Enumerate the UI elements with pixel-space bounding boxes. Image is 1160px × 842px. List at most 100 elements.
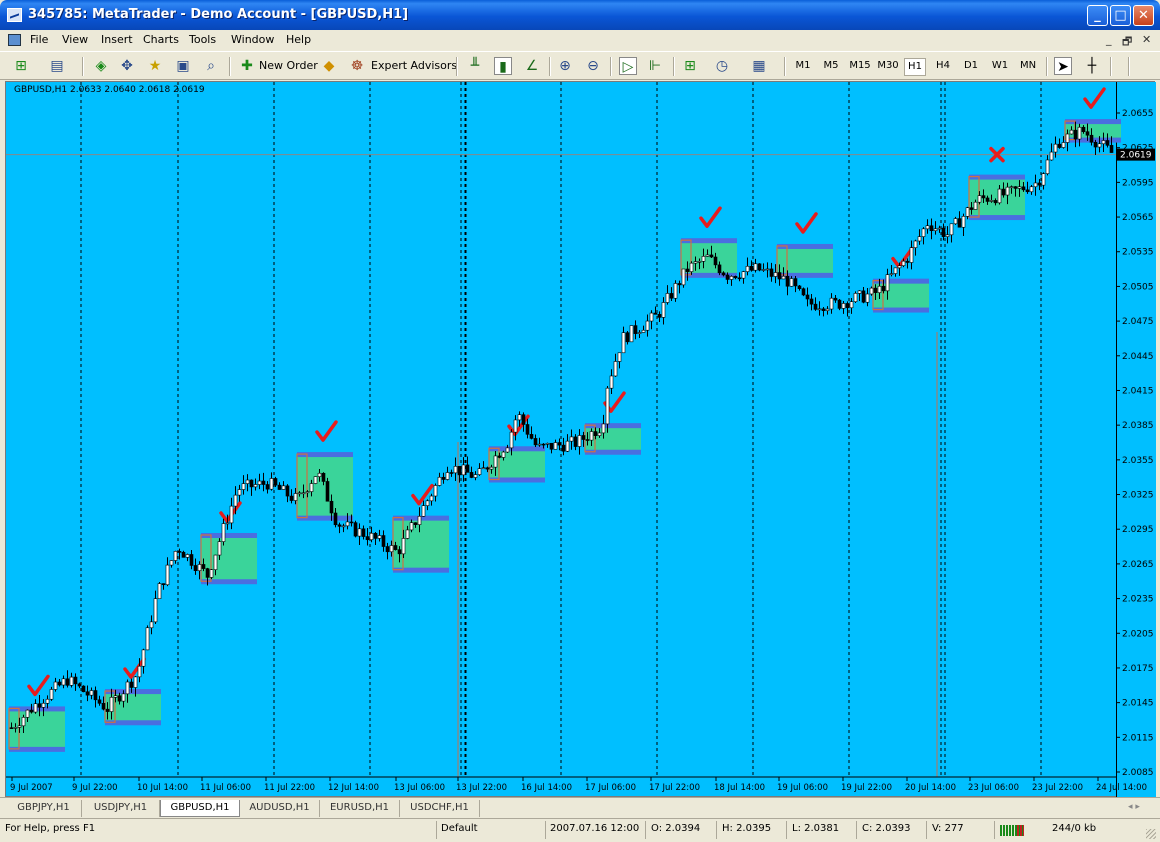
trade-box xyxy=(585,425,641,452)
mdi-close-button[interactable]: ✕ xyxy=(1142,33,1151,46)
metatrader-window: 345785: MetaTrader - Demo Account - [GBP… xyxy=(0,0,1160,842)
menu-window[interactable]: Window xyxy=(231,33,274,46)
menu-help[interactable]: Help xyxy=(286,33,311,46)
zoom-out-icon[interactable]: ⊖ xyxy=(584,57,602,75)
candlesticks-icon[interactable]: ▮ xyxy=(494,57,512,75)
candle-body xyxy=(685,268,690,272)
time-label: 11 Jul 06:00 xyxy=(200,783,251,793)
candle-body xyxy=(977,195,982,203)
candle-body xyxy=(945,234,950,237)
zoom-in-icon[interactable]: ⊕ xyxy=(556,57,574,75)
win-check-icon xyxy=(27,674,50,697)
trade-box xyxy=(105,691,161,723)
candle-body xyxy=(561,444,566,452)
tab-scroll-arrows[interactable]: ◂ ▸ xyxy=(1128,802,1140,812)
tab-gbpusd[interactable]: GBPUSD,H1 xyxy=(160,800,240,817)
candle-body xyxy=(1001,188,1006,196)
candle-body xyxy=(157,583,162,599)
candle-body xyxy=(373,532,378,539)
candle-body xyxy=(481,467,486,470)
status-divider xyxy=(645,821,646,839)
menu-tools[interactable]: Tools xyxy=(189,33,216,46)
tab-gbpjpy[interactable]: GBPJPY,H1 xyxy=(6,800,82,817)
time-label: 19 Jul 06:00 xyxy=(777,783,828,793)
title-bar: 345785: MetaTrader - Demo Account - [GBP… xyxy=(0,0,1160,30)
menu-insert[interactable]: Insert xyxy=(101,33,133,46)
menu-view[interactable]: View xyxy=(62,33,88,46)
templates-icon[interactable]: ▦ xyxy=(750,57,768,75)
new-order-button[interactable]: New Order xyxy=(259,59,318,72)
market-watch-icon[interactable]: ◈ xyxy=(92,57,110,75)
candle-body xyxy=(41,702,46,708)
indicators-icon[interactable]: ⊞ xyxy=(681,57,699,75)
candle-body xyxy=(1105,140,1110,146)
crosshair-icon[interactable]: ┼ xyxy=(1083,57,1101,75)
candle-body xyxy=(953,218,958,225)
trade-box xyxy=(681,240,737,275)
resize-grip[interactable] xyxy=(1146,829,1156,839)
candle-body xyxy=(289,495,294,501)
navigator-icon[interactable]: ✥ xyxy=(118,57,136,75)
candle-body xyxy=(553,442,558,450)
line-chart-icon[interactable]: ∠ xyxy=(523,57,541,75)
candle-body xyxy=(673,283,678,299)
price-chart[interactable]: 2.06552.06252.05952.05652.05352.05052.04… xyxy=(5,81,1156,798)
candle-body xyxy=(949,223,954,236)
menu-file[interactable]: File xyxy=(30,33,48,46)
trade-box xyxy=(297,454,353,518)
metaeditor-icon[interactable]: ◆ xyxy=(320,57,338,75)
chart-shift-icon[interactable]: ⊩ xyxy=(646,57,664,75)
candle-body xyxy=(17,725,22,728)
expert-advisors-button[interactable]: Expert Advisors xyxy=(371,59,457,72)
candle-body xyxy=(45,698,50,704)
bar-chart-icon[interactable]: ╨ xyxy=(466,57,484,75)
new-chart-icon[interactable]: ⊞ xyxy=(12,57,30,75)
mdi-minimize-button[interactable]: _ xyxy=(1106,33,1112,46)
candle-body xyxy=(237,489,242,496)
new-order-icon[interactable]: ✚ xyxy=(238,57,256,75)
auto-scroll-icon[interactable]: ▷ xyxy=(619,57,637,75)
chart-canvas[interactable]: 2.06552.06252.05952.05652.05352.05052.04… xyxy=(6,82,1156,798)
timeframe-d1-button[interactable]: D1 xyxy=(961,58,981,76)
candle-body xyxy=(1049,151,1054,161)
connection-bars-icon[interactable] xyxy=(1000,825,1024,836)
close-button[interactable]: ✕ xyxy=(1133,5,1154,26)
menu-charts[interactable]: Charts xyxy=(143,33,179,46)
timeframe-m30-button[interactable]: M30 xyxy=(875,58,901,76)
mdi-restore-button[interactable]: 🗗 xyxy=(1122,33,1132,52)
terminal-icon[interactable]: ▣ xyxy=(174,57,192,75)
candle-body xyxy=(185,554,190,558)
timeframe-m5-button[interactable]: M5 xyxy=(821,58,841,76)
cursor-icon[interactable]: ➤ xyxy=(1054,57,1072,75)
strategy-tester-icon[interactable]: ⌕ xyxy=(202,57,220,75)
candle-body xyxy=(889,273,894,275)
chart-window-icon[interactable] xyxy=(8,34,21,46)
timeframe-m1-button[interactable]: M1 xyxy=(793,58,813,76)
status-divider xyxy=(994,821,995,839)
candle-body xyxy=(941,227,946,237)
tab-usdjpy[interactable]: USDJPY,H1 xyxy=(82,800,160,817)
expert-advisors-icon[interactable]: ☸ xyxy=(348,57,366,75)
timeframe-h4-button[interactable]: H4 xyxy=(932,58,954,76)
candle-body xyxy=(717,264,722,274)
candle-body xyxy=(801,288,806,296)
candle-body xyxy=(521,414,526,425)
favorites-icon[interactable]: ★ xyxy=(146,57,164,75)
candle-body xyxy=(773,272,778,277)
time-label: 23 Jul 06:00 xyxy=(968,783,1019,793)
profiles-icon[interactable]: ▤ xyxy=(48,57,66,75)
candle-body xyxy=(985,197,990,202)
periods-icon[interactable]: ◷ xyxy=(713,57,731,75)
candle-body xyxy=(1009,186,1014,188)
tab-eurusd[interactable]: EURUSD,H1 xyxy=(320,800,400,817)
candle-body xyxy=(445,472,450,480)
tab-audusd[interactable]: AUDUSD,H1 xyxy=(240,800,320,817)
timeframe-w1-button[interactable]: W1 xyxy=(989,58,1011,76)
maximize-button[interactable]: □ xyxy=(1110,5,1131,26)
timeframe-mn-button[interactable]: MN xyxy=(1016,58,1040,76)
timeframe-m15-button[interactable]: M15 xyxy=(847,58,873,76)
tab-usdchf[interactable]: USDCHF,H1 xyxy=(400,800,480,817)
minimize-button[interactable]: _ xyxy=(1087,5,1108,26)
status-volume: V: 277 xyxy=(932,823,964,834)
timeframe-h1-button[interactable]: H1 xyxy=(904,58,926,76)
